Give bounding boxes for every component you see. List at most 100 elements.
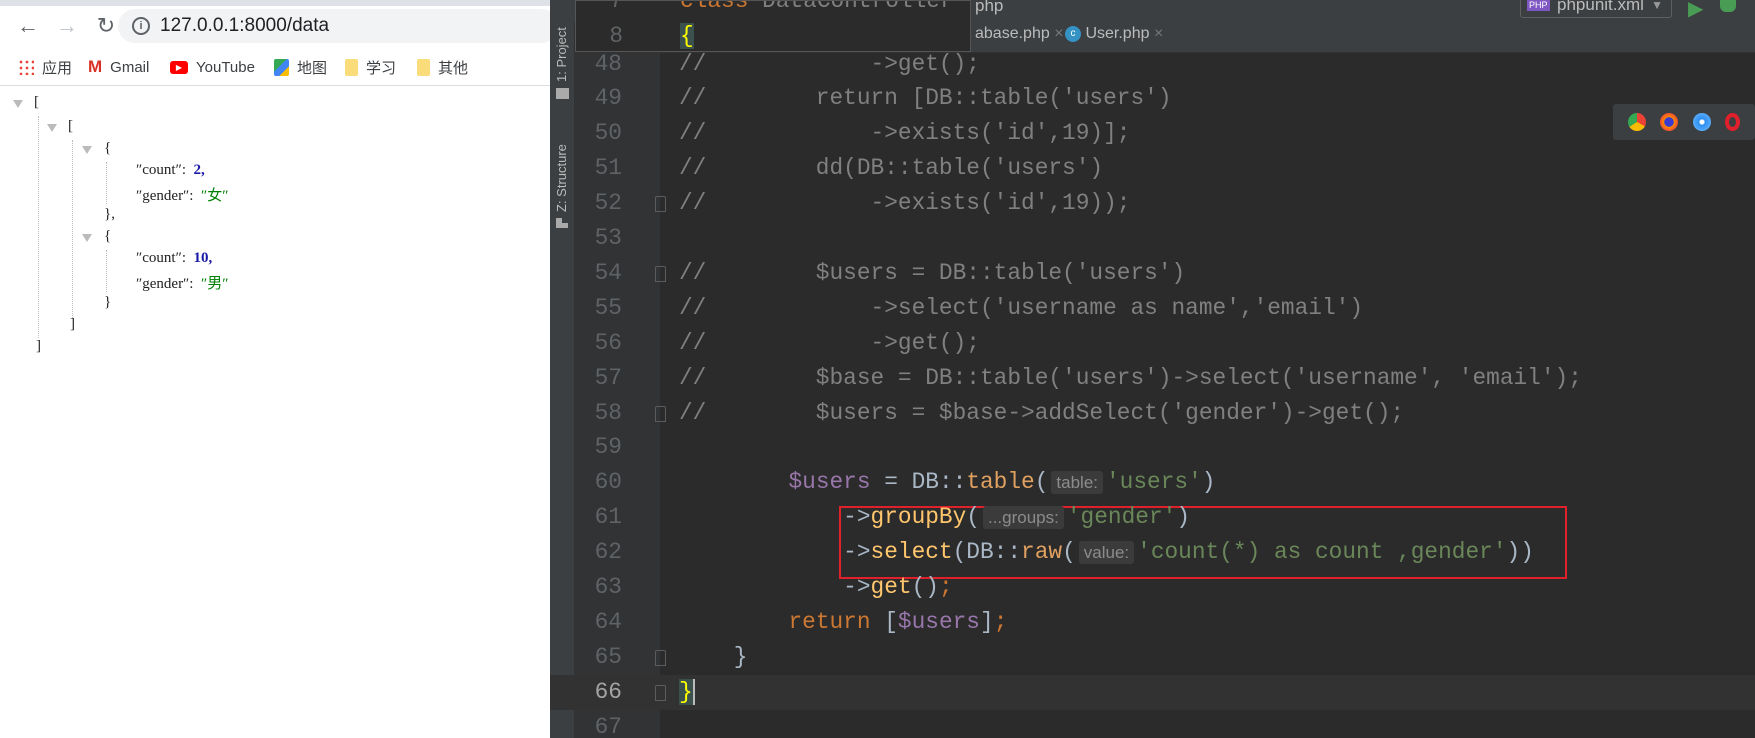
code-line[interactable]: 58 // $users = $base->addSelect('gender')… (550, 396, 1755, 431)
run-icon[interactable]: ▶ (1688, 0, 1703, 21)
close-icon[interactable]: × (1154, 25, 1163, 42)
bookmark-label: Gmail (110, 58, 150, 76)
code-token: // return [DB::table('users') (679, 85, 1172, 112)
code-text: // $users = DB::table('users') (679, 256, 1185, 291)
code-line[interactable]: 53 (550, 221, 1755, 256)
line-number: 59 (594, 434, 622, 461)
code-token: -> (679, 539, 871, 566)
indent-guide (72, 140, 73, 318)
collapse-triangle-icon[interactable] (82, 146, 92, 154)
line-number: 52 (594, 190, 622, 217)
collapse-triangle-icon[interactable] (82, 234, 92, 242)
code-token: groupBy (870, 504, 967, 531)
code-line[interactable]: 63 ->get(); (550, 570, 1755, 605)
tab-database[interactable]: abase.php × (975, 25, 1064, 43)
code-token: class (680, 0, 763, 14)
code-token: 'users' (1106, 469, 1202, 496)
bookmark-label: 应用 (42, 59, 73, 77)
bookmark-folder-study[interactable]: 学习 (345, 56, 396, 78)
code-line[interactable]: 57 // $base = DB::table('users')->select(… (550, 361, 1755, 396)
sticky-header-popup: 7 class DataController 8{ (575, 0, 971, 52)
code-line[interactable]: 48 // ->get(); (550, 47, 1755, 82)
line-number: 57 (594, 364, 622, 391)
line-number: 54 (594, 259, 622, 286)
json-entry: ″gender″: ″女″ (136, 188, 229, 204)
code-text: ->get(); (679, 570, 952, 605)
code-text: ->groupBy(...groups:'gender') (679, 500, 1190, 535)
apps-grid-icon (18, 59, 34, 75)
code-text: ->select(DB::raw(value:'count(*) as coun… (679, 535, 1534, 570)
back-button[interactable]: ← (16, 14, 40, 38)
collapse-triangle-icon[interactable] (47, 124, 57, 132)
fold-marker-icon[interactable] (655, 265, 666, 282)
code-text: // ->get(); (679, 47, 980, 82)
code-line[interactable]: 67 (550, 710, 1755, 738)
fold-marker-icon[interactable] (655, 196, 666, 213)
code-token: { (680, 22, 694, 49)
json-bracket: ] (70, 316, 75, 332)
code-line[interactable]: 49 // return [DB::table('users') (550, 81, 1755, 116)
forward-button[interactable]: → (55, 14, 79, 38)
json-brace: { (104, 228, 112, 244)
code-token: // ->exists('id',19)); (679, 190, 1131, 217)
code-line[interactable]: 65 } (550, 640, 1755, 675)
line-number: 61 (594, 504, 622, 531)
line-number: 55 (594, 294, 622, 321)
code-text: class DataController (680, 0, 954, 19)
code-line[interactable]: 51 // dd(DB::table('users') (550, 151, 1755, 186)
code-line[interactable]: 54 // $users = DB::table('users') (550, 256, 1755, 291)
code-line[interactable]: 59 (550, 430, 1755, 465)
json-bracket: [ (68, 118, 73, 134)
line-number: 62 (594, 539, 622, 566)
bookmark-gmail[interactable]: M Gmail (88, 56, 149, 78)
code-line[interactable]: 52 // ->exists('id',19)); (550, 186, 1755, 221)
line-number: 51 (594, 155, 622, 182)
code-token: } (679, 678, 693, 705)
close-icon[interactable]: × (1054, 25, 1063, 42)
json-brace: }, (104, 206, 115, 222)
debug-icon[interactable] (1720, 0, 1736, 12)
folder-icon (345, 58, 358, 76)
collapse-triangle-icon[interactable] (13, 100, 23, 108)
code-token: (DB:: (952, 539, 1022, 566)
reload-button[interactable]: ↻ (94, 14, 118, 38)
bookmark-folder-other[interactable]: 其他 (417, 56, 468, 78)
text-caret (692, 678, 695, 705)
code-token: get (870, 574, 912, 600)
code-token: -> (679, 504, 871, 531)
fold-marker-icon[interactable] (655, 405, 666, 422)
code-line[interactable]: 50 // ->exists('id',19)]; (550, 116, 1755, 151)
json-entry: ″count″: 10, (136, 250, 213, 266)
address-bar[interactable]: i 127.0.0.1:8000/data (118, 9, 550, 43)
info-icon[interactable]: i (132, 17, 150, 35)
code-line[interactable]: 64 return [$users]; (550, 605, 1755, 640)
run-config-dropdown[interactable]: PHP phpunit.xml ▼ (1520, 0, 1672, 18)
tab-user[interactable]: c User.php × (1065, 25, 1163, 43)
fold-marker-icon[interactable] (655, 649, 666, 666)
code-token: ( (1034, 469, 1049, 496)
code-line[interactable]: 55 // ->select('username as name','email'… (550, 291, 1755, 326)
code-token: $users (788, 469, 871, 496)
code-line[interactable]: 62 ->select(DB::raw(value:'count(*) as c… (550, 535, 1755, 570)
line-number: 60 (594, 469, 622, 496)
code-line[interactable]: 7 class DataController (576, 0, 970, 19)
code-line[interactable]: 66} (550, 674, 1755, 710)
code-token: )) (1506, 539, 1534, 566)
bookmark-youtube[interactable]: ▶ YouTube (170, 56, 255, 78)
navigation-bar: ← → ↻ i 127.0.0.1:8000/data (0, 6, 550, 46)
code-token: 'count(*) as count ,gender' (1137, 539, 1507, 566)
line-number: 56 (594, 329, 622, 356)
code-text: $users = DB::table(table:'users') (679, 465, 1215, 500)
code-line[interactable]: 61 ->groupBy(...groups:'gender') (550, 500, 1755, 535)
bookmark-maps[interactable]: 地图 (274, 56, 327, 78)
line-number: 48 (594, 50, 622, 77)
code-text: // $users = $base->addSelect('gender')->… (679, 396, 1404, 431)
class-c-icon: c (1065, 25, 1081, 42)
browser-window: ← → ↻ i 127.0.0.1:8000/data 应用 M Gmail ▶ Y… (0, 0, 550, 738)
code-token: } (679, 643, 748, 670)
fold-marker-icon[interactable] (655, 684, 666, 701)
code-line[interactable]: 56 // ->get(); (550, 326, 1755, 361)
code-line[interactable]: 60 $users = DB::table(table:'users') (550, 465, 1755, 500)
bookmark-apps[interactable]: 应用 (18, 56, 72, 78)
code-text: } (679, 640, 748, 675)
